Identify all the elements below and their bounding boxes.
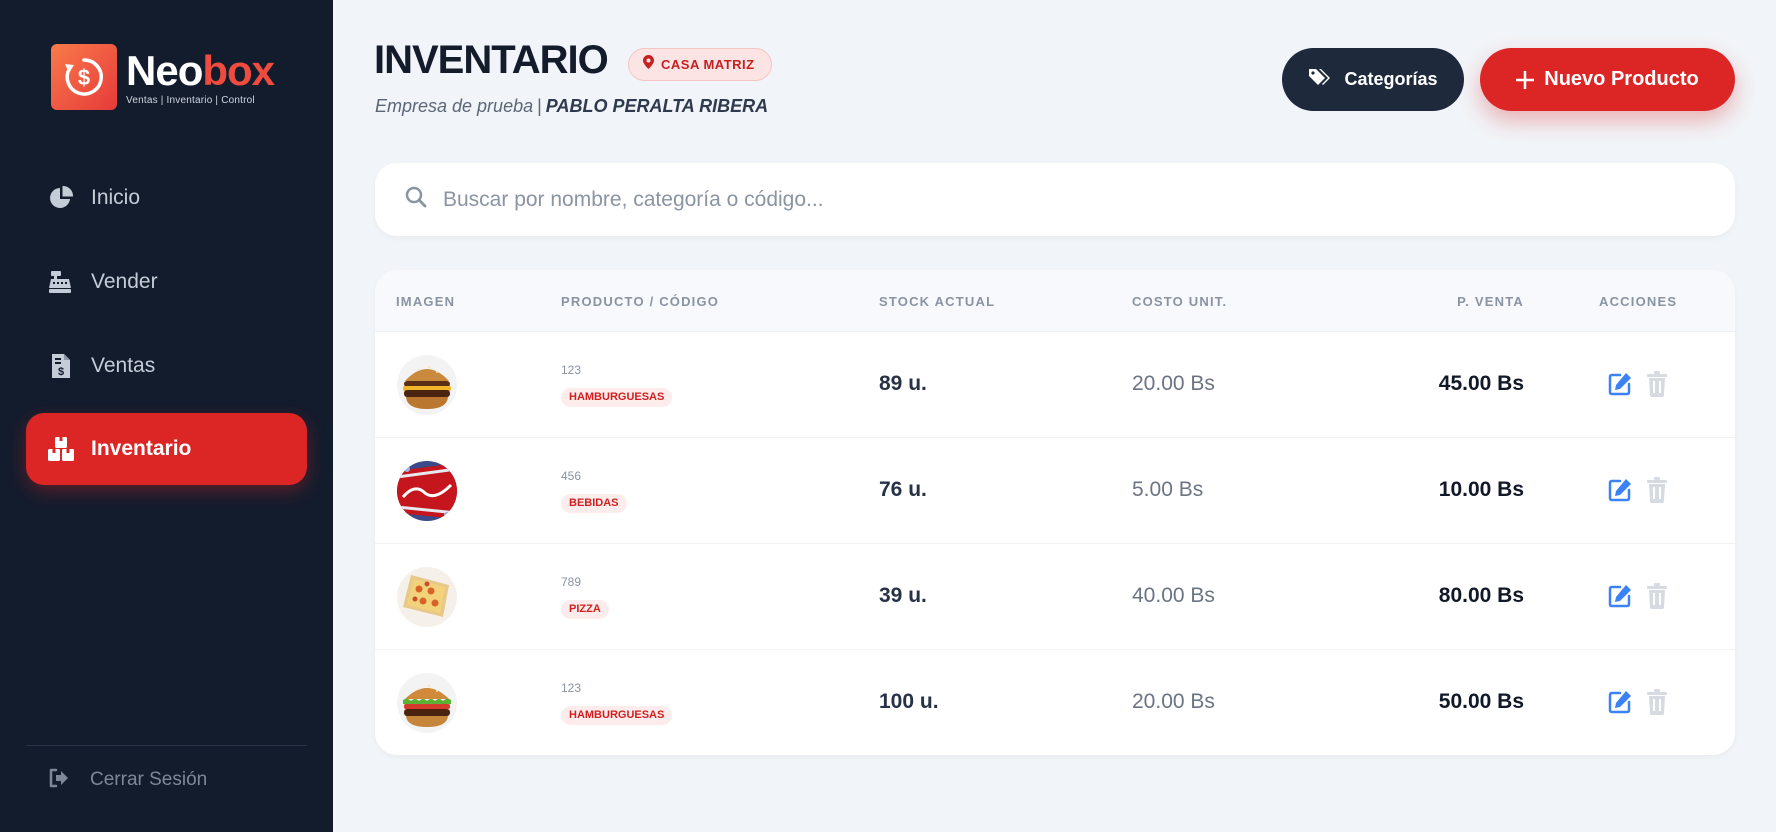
logout-label: Cerrar Sesión <box>90 769 208 790</box>
table-header: IMAGEN PRODUCTO / CÓDIGO STOCK ACTUAL CO… <box>375 270 1735 332</box>
unit-cost: 20.00 Bs <box>1132 690 1215 713</box>
unit-cost: 5.00 Bs <box>1132 478 1204 501</box>
table-row: 123 HAMBURGUESAS 100 u. 20.00 Bs 50.00 B… <box>375 650 1735 755</box>
sale-price: 50.00 Bs <box>1438 690 1524 713</box>
inventory-table: IMAGEN PRODUCTO / CÓDIGO STOCK ACTUAL CO… <box>375 270 1735 755</box>
stock-value: 100 u. <box>879 690 939 713</box>
company-user-line: Empresa de prueba | PABLO PERALTA RIBERA <box>375 96 768 117</box>
trash-icon[interactable] <box>1646 583 1668 609</box>
cash-register-icon <box>46 267 76 297</box>
sale-price: 80.00 Bs <box>1438 584 1524 607</box>
sale-price: 10.00 Bs <box>1438 478 1524 501</box>
stock-value: 76 u. <box>879 478 927 501</box>
product-code: 123 <box>561 681 582 695</box>
column-header-price: P. VENTA <box>1457 294 1524 309</box>
svg-text:$: $ <box>58 366 64 378</box>
product-image-burger-lettuce <box>397 673 457 733</box>
edit-icon[interactable] <box>1607 477 1633 503</box>
sidebar-item-vender[interactable]: Vender <box>26 246 307 318</box>
logout-button[interactable]: Cerrar Sesión <box>48 765 207 795</box>
branch-name: CASA MATRIZ <box>661 57 755 72</box>
svg-text:$: $ <box>78 65 90 90</box>
categories-button-label: Categorías <box>1344 69 1438 89</box>
product-code: 123 <box>561 363 582 377</box>
column-header-image: IMAGEN <box>396 294 456 309</box>
tags-icon <box>1308 67 1332 92</box>
category-tag: HAMBURGUESAS <box>561 388 673 407</box>
boxes-icon <box>46 434 76 464</box>
sidebar-item-label: Vender <box>91 270 158 293</box>
brand-tagline: Ventas | Inventario | Control <box>126 94 255 106</box>
column-header-cost: COSTO UNIT. <box>1132 294 1228 309</box>
column-header-actions: ACCIONES <box>1599 294 1678 309</box>
company-name: Empresa de prueba <box>375 96 534 116</box>
edit-icon[interactable] <box>1607 583 1633 609</box>
sidebar-item-label: Ventas <box>91 354 156 377</box>
brand-name: Neobox <box>126 46 275 94</box>
product-image-cola <box>397 461 457 521</box>
brand-logo[interactable]: $ Neobox Ventas | Inventario | Control <box>51 44 275 110</box>
page-title: INVENTARIO <box>374 38 609 82</box>
sale-price: 45.00 Bs <box>1438 372 1524 395</box>
unit-cost: 20.00 Bs <box>1132 372 1215 395</box>
categories-button[interactable]: Categorías <box>1282 48 1464 111</box>
category-tag: PIZZA <box>561 600 609 619</box>
edit-icon[interactable] <box>1607 689 1633 715</box>
product-image-burger <box>397 355 457 415</box>
trash-icon[interactable] <box>1646 689 1668 715</box>
sidebar-item-inicio[interactable]: Inicio <box>26 162 307 234</box>
new-product-button-label: Nuevo Producto <box>1544 68 1699 90</box>
category-tag: BEBIDAS <box>561 494 627 513</box>
pie-chart-icon <box>46 183 76 213</box>
new-product-button[interactable]: Nuevo Producto <box>1480 48 1735 111</box>
dollar-refresh-icon: $ <box>51 44 117 110</box>
sidebar-item-label: Inventario <box>91 437 192 460</box>
stock-value: 89 u. <box>879 372 927 395</box>
product-code: 456 <box>561 469 582 483</box>
category-tag: HAMBURGUESAS <box>561 706 673 725</box>
sidebar-divider <box>26 745 307 746</box>
search-bar <box>375 163 1735 236</box>
column-header-product: PRODUCTO / CÓDIGO <box>561 294 720 309</box>
table-row: 789 PIZZA 39 u. 40.00 Bs 80.00 Bs <box>375 544 1735 650</box>
separator: | <box>537 96 542 116</box>
sidebar-item-ventas[interactable]: $ Ventas <box>26 330 307 402</box>
search-icon <box>405 186 427 213</box>
table-row: 123 HAMBURGUESAS 89 u. 20.00 Bs 45.00 Bs <box>375 332 1735 438</box>
trash-icon[interactable] <box>1646 477 1668 503</box>
map-pin-icon <box>643 55 654 74</box>
unit-cost: 40.00 Bs <box>1132 584 1215 607</box>
sidebar-item-label: Inicio <box>91 186 141 209</box>
stock-value: 39 u. <box>879 584 927 607</box>
branch-badge: CASA MATRIZ <box>628 48 772 81</box>
search-input[interactable] <box>443 187 1693 212</box>
trash-icon[interactable] <box>1646 371 1668 397</box>
edit-icon[interactable] <box>1607 371 1633 397</box>
invoice-dollar-icon: $ <box>46 351 76 381</box>
sign-out-icon <box>48 768 70 793</box>
product-image-pizza <box>397 567 457 627</box>
plus-icon <box>1516 66 1535 94</box>
user-name: PABLO PERALTA RIBERA <box>545 96 769 116</box>
sidebar: $ Neobox Ventas | Inventario | Control I… <box>0 0 333 832</box>
column-header-stock: STOCK ACTUAL <box>879 294 996 309</box>
table-row: 456 BEBIDAS 76 u. 5.00 Bs 10.00 Bs <box>375 438 1735 544</box>
product-code: 789 <box>561 575 582 589</box>
sidebar-item-inventario[interactable]: Inventario <box>26 413 307 485</box>
